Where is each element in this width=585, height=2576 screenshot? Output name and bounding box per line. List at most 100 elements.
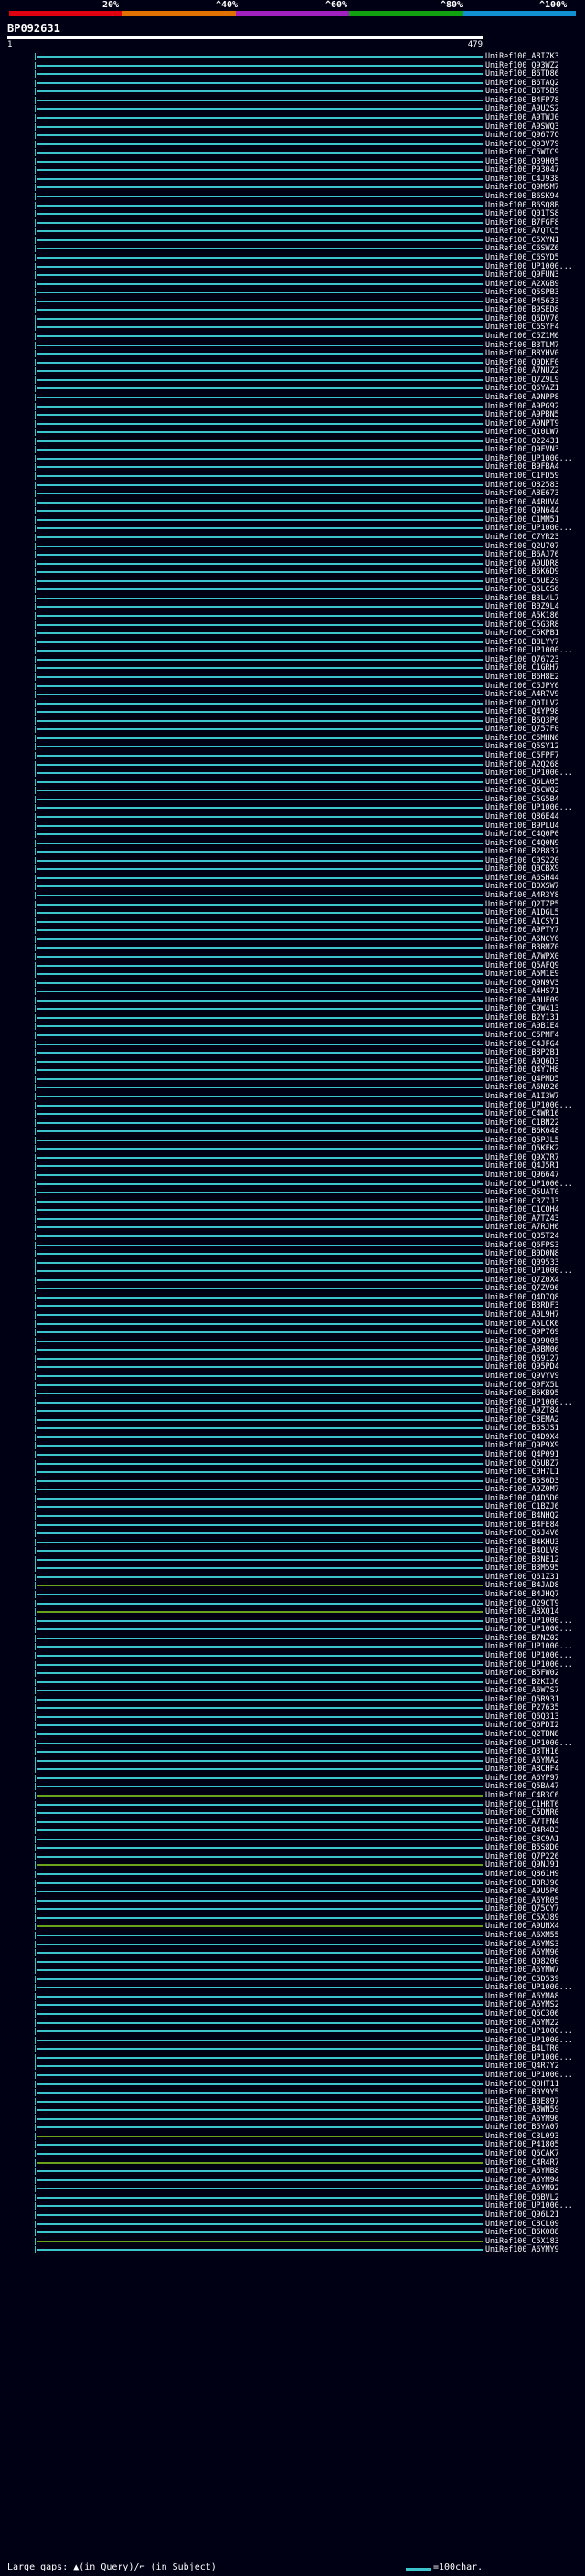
hit-alignment-line [37,1357,483,1360]
hit-alignment-line [37,876,483,879]
hit-start-tick [35,79,36,87]
hit-start-tick [35,1363,36,1372]
hit-start-tick [35,437,36,445]
hit-start-tick [35,1871,36,1878]
hit-start-tick [35,1731,36,1738]
hit-alignment-line [37,1454,483,1456]
hit-start-tick [35,132,36,140]
hit-start-tick [35,1354,36,1362]
hit-start-tick [35,463,36,472]
hit-start-tick [35,804,36,812]
hit-alignment-line [37,370,483,373]
hit-alignment-line [37,64,483,67]
hit-start-tick [35,341,36,349]
hit-alignment-line [37,1393,483,1395]
hit-start-tick [35,1075,36,1083]
hit-alignment-line [37,2048,483,2051]
hit-alignment-line [37,1462,483,1465]
hit-alignment-line [37,597,483,599]
hit-start-tick [35,2053,36,2062]
hit-start-tick [35,333,36,340]
hit-start-tick [35,1844,36,1852]
hit-start-tick [35,1066,36,1075]
hit-start-tick [35,2202,36,2210]
query-id: BP092631 [7,22,60,35]
hit-alignment-line [37,588,483,591]
hit-alignment-line [37,1715,483,1718]
hit-start-tick [35,2001,36,2009]
hit-start-tick [35,1032,36,1039]
hit-start-tick [35,1818,36,1826]
hit-alignment-line [37,1095,483,1097]
identity-color-bar [9,11,576,16]
hit-start-tick [35,306,36,314]
hit-alignment-line [37,1418,483,1421]
hit-start-tick [35,961,36,970]
hit-alignment-line [37,1148,483,1150]
hit-alignment-line [37,344,483,346]
hit-alignment-line [37,1296,483,1299]
hit-start-tick [35,1861,36,1870]
hit-row[interactable]: UniRef100_A6YMY9 [0,2245,585,2254]
hit-start-tick [35,454,36,462]
hit-start-tick [35,1984,36,1992]
hit-alignment-line [37,1383,483,1386]
hit-start-tick [35,262,36,270]
hit-start-tick [35,1949,36,1957]
hit-start-tick [35,2089,36,2097]
hit-alignment-line [37,1235,483,1237]
hit-alignment-line [37,440,483,442]
hit-start-tick [35,856,36,864]
hit-start-tick [35,1651,36,1659]
hit-alignment-line [37,56,483,58]
hit-alignment-line [37,2039,483,2041]
hit-alignment-line [37,929,483,932]
color-bar-segment [236,11,349,16]
hit-alignment-line [37,1602,483,1605]
hit-start-tick [35,1547,36,1555]
hit-alignment-line [37,387,483,390]
hit-start-tick [35,245,36,253]
hit-label[interactable]: UniRef100_A6YMY9 [485,2245,559,2254]
hit-alignment-line [37,1156,483,1159]
hit-start-tick [35,630,36,638]
hit-start-tick [35,1503,36,1511]
hit-start-tick [35,376,36,384]
legend-key-label: =100char. [433,2562,484,2572]
hit-alignment-line [37,282,483,285]
hit-start-tick [35,2019,36,2027]
hit-alignment-line [37,1340,483,1342]
hit-alignment-line [37,1541,483,1543]
hit-start-tick [35,515,36,524]
hit-start-tick [35,2193,36,2201]
hit-alignment-line [37,2004,483,2007]
hit-alignment-line [37,1707,483,1710]
hit-start-tick [35,1092,36,1100]
hit-alignment-line [37,719,483,722]
hit-start-tick [35,1390,36,1398]
hit-alignment-line [37,885,483,888]
hit-start-tick [35,1250,36,1258]
hit-start-tick [35,551,36,559]
hit-start-tick [35,752,36,759]
hit-alignment-line [37,1410,483,1413]
hit-start-tick [35,586,36,594]
hit-alignment-line [37,1820,483,1823]
hit-start-tick [35,1451,36,1458]
hit-start-tick [35,1311,36,1319]
hit-start-tick [35,1521,36,1529]
hit-alignment-line [37,2249,483,2252]
hit-start-tick [35,2168,36,2176]
hit-start-tick [35,1809,36,1818]
hit-alignment-line [37,641,483,643]
legend-gaps-text: Large gaps: ▲(in Query)/⌐ (in Subject) [7,2562,217,2572]
hit-start-tick [35,490,36,498]
hit-alignment-line [37,493,483,495]
hit-start-tick [35,1538,36,1546]
hit-alignment-line [37,1322,483,1325]
hit-alignment-line [37,824,483,827]
hit-alignment-line [37,2153,483,2155]
hit-alignment-line [37,483,483,486]
hit-alignment-line [37,903,483,906]
hit-alignment-line [37,981,483,984]
